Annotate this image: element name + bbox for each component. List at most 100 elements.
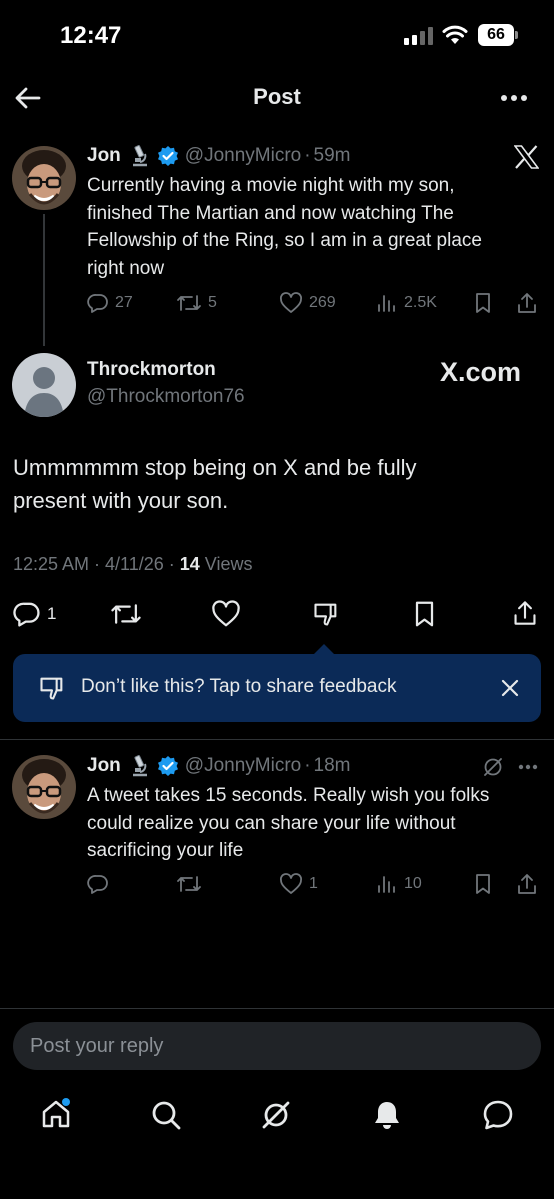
repost-icon <box>177 295 201 311</box>
post-text: Ummmmmm stop being on X and be fully pre… <box>13 451 533 517</box>
repost-button[interactable] <box>110 600 142 628</box>
home-icon <box>42 1098 70 1128</box>
post-time: 18m <box>313 755 351 776</box>
repost-button[interactable] <box>176 873 202 895</box>
repost-icon <box>111 604 141 624</box>
cellular-signal-icon <box>404 27 434 45</box>
repost-count-button[interactable]: 5 <box>176 292 217 314</box>
author-name[interactable]: Jon <box>87 755 121 777</box>
nav-messages[interactable] <box>481 1099 515 1131</box>
author-name[interactable]: Jon <box>87 145 121 167</box>
reply-button[interactable] <box>87 873 109 895</box>
heart-icon <box>280 292 302 313</box>
views-icon <box>378 876 395 893</box>
more-button[interactable] <box>518 764 538 770</box>
avatar[interactable] <box>12 353 76 417</box>
bookmark-button[interactable] <box>412 600 437 628</box>
wifi-icon <box>442 25 468 45</box>
nav-search[interactable] <box>150 1099 182 1131</box>
reply-icon <box>13 602 40 627</box>
like-count-button[interactable]: 1 <box>279 873 318 895</box>
views-count[interactable]: 14 <box>180 554 200 574</box>
verified-badge-icon <box>157 145 179 167</box>
grok-button[interactable] <box>482 756 504 778</box>
nav-notifications[interactable] <box>371 1099 403 1131</box>
nav-grok[interactable] <box>260 1099 292 1131</box>
post-text-line: Ummmmmm stop being on X and be fully <box>13 455 417 480</box>
separator: · <box>304 145 311 166</box>
microscope-icon <box>127 754 151 778</box>
post-text-line: right now <box>87 257 165 279</box>
feedback-text[interactable]: Don’t like this? Tap to share feedback <box>81 676 396 698</box>
views-icon <box>378 295 395 312</box>
post-header: Jon @JonnyMicro · 59m <box>87 144 351 168</box>
post-text-line: present with your son. <box>13 488 229 513</box>
grok-icon <box>262 1101 290 1129</box>
thread-line <box>43 214 45 346</box>
dislike-button[interactable] <box>312 600 340 628</box>
bookmark-button[interactable] <box>473 292 493 314</box>
post-header: Jon @JonnyMicro · 18m <box>87 754 351 778</box>
share-button[interactable] <box>516 872 538 896</box>
status-time: 12:47 <box>60 22 122 49</box>
post-text-line: A tweet takes 15 seconds. Really wish yo… <box>87 785 490 806</box>
page-title: Post <box>253 84 301 109</box>
post-text-line: finished The Martian and now watching Th… <box>87 202 454 224</box>
search-icon <box>152 1101 181 1130</box>
reply-icon <box>87 875 108 894</box>
reply-count-button[interactable]: 27 <box>87 292 133 314</box>
battery-indicator: 66 <box>478 24 514 46</box>
like-count-button[interactable]: 269 <box>279 292 336 314</box>
more-button[interactable] <box>500 94 528 102</box>
divider <box>0 739 554 740</box>
bookmark-icon <box>476 293 490 313</box>
share-icon <box>518 874 536 894</box>
reply-icon <box>87 294 108 313</box>
post-timestamp: 12:25 AM · 4/11/26 · 14 Views <box>13 554 253 575</box>
author-handle[interactable]: @Throckmorton76 <box>87 386 245 408</box>
thumbs-down-icon <box>314 603 337 626</box>
more-horizontal-icon <box>501 95 527 101</box>
thumbs-down-icon <box>38 674 66 702</box>
avatar[interactable] <box>12 755 76 819</box>
view-count-button[interactable]: 10 <box>376 873 422 895</box>
notifications-icon <box>375 1102 399 1129</box>
like-count: 1 <box>309 875 318 892</box>
avatar[interactable] <box>12 146 76 210</box>
reply-button[interactable]: 1 <box>13 600 56 628</box>
post-time: 59m <box>313 145 351 166</box>
nav-home[interactable] <box>40 1098 72 1130</box>
view-count: 10 <box>404 875 422 892</box>
author-handle[interactable]: @JonnyMicro <box>185 145 301 167</box>
author-name[interactable]: Throckmorton <box>87 359 216 381</box>
share-icon <box>518 293 536 313</box>
heart-icon <box>280 873 302 894</box>
post-text: A tweet takes 15 seconds. Really wish yo… <box>87 782 542 865</box>
share-button[interactable] <box>512 598 538 628</box>
bookmark-button[interactable] <box>473 873 493 895</box>
post-text-line: sacrificing your life <box>87 840 244 861</box>
reply-count: 27 <box>115 294 133 311</box>
watermark: X.com <box>440 357 522 387</box>
close-feedback-button[interactable] <box>500 678 520 698</box>
separator: · <box>304 755 311 776</box>
post-text: Currently having a movie night with my s… <box>87 172 537 282</box>
battery-nub <box>515 31 518 39</box>
share-icon <box>514 601 536 625</box>
reply-input[interactable] <box>13 1022 541 1070</box>
post-text-line: could realize you can share your life wi… <box>87 812 456 834</box>
view-count: 2.5K <box>404 294 437 311</box>
grok-icon <box>484 758 502 776</box>
repost-count: 5 <box>208 294 217 311</box>
reply-count: 1 <box>47 604 57 623</box>
view-count-button[interactable]: 2.5K <box>376 292 437 314</box>
author-handle[interactable]: @JonnyMicro <box>185 755 301 777</box>
views-label: Views <box>199 554 253 574</box>
like-count: 269 <box>309 294 336 311</box>
bookmark-icon <box>476 874 490 894</box>
share-button[interactable] <box>516 291 538 315</box>
more-horizontal-icon <box>518 764 538 770</box>
like-button[interactable] <box>211 600 241 628</box>
close-icon <box>501 679 519 697</box>
timestamp-text: 12:25 AM · 4/11/26 · <box>13 554 180 574</box>
